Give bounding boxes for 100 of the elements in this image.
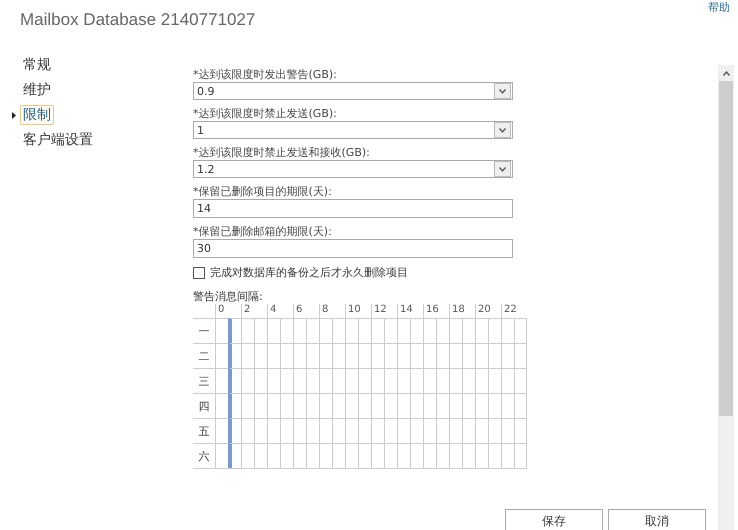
- nav-item[interactable]: 维护: [20, 80, 54, 100]
- schedule-cell[interactable]: [501, 393, 514, 418]
- schedule-cell[interactable]: [371, 393, 384, 418]
- schedule-cell[interactable]: [358, 368, 371, 393]
- schedule-cell[interactable]: [449, 393, 462, 418]
- schedule-cell[interactable]: [410, 393, 423, 418]
- schedule-cell[interactable]: [475, 343, 488, 368]
- dropdown-field[interactable]: 1.2: [193, 160, 513, 178]
- schedule-cell[interactable]: [280, 318, 293, 343]
- schedule-cell[interactable]: [475, 318, 488, 343]
- schedule-cell[interactable]: [410, 318, 423, 343]
- schedule-cell[interactable]: [241, 343, 254, 368]
- schedule-cell[interactable]: [384, 368, 397, 393]
- schedule-cell[interactable]: [267, 418, 280, 443]
- schedule-cell[interactable]: [436, 393, 449, 418]
- schedule-cell[interactable]: [384, 418, 397, 443]
- schedule-cell[interactable]: [293, 368, 306, 393]
- schedule-cell[interactable]: [436, 368, 449, 393]
- schedule-cell[interactable]: [358, 418, 371, 443]
- marked-schedule-cell[interactable]: [228, 318, 241, 343]
- schedule-cell[interactable]: [215, 393, 228, 418]
- schedule-cell[interactable]: [423, 443, 436, 468]
- schedule-cell[interactable]: [332, 368, 345, 393]
- schedule-cell[interactable]: [397, 343, 410, 368]
- schedule-cell[interactable]: [267, 368, 280, 393]
- schedule-cell[interactable]: [254, 318, 267, 343]
- schedule-cell[interactable]: [410, 443, 423, 468]
- nav-item[interactable]: 常规: [20, 55, 54, 75]
- schedule-cell[interactable]: [241, 418, 254, 443]
- schedule-cell[interactable]: [241, 368, 254, 393]
- schedule-cell[interactable]: [319, 318, 332, 343]
- input-field[interactable]: 14: [193, 199, 513, 218]
- schedule-cell[interactable]: [254, 418, 267, 443]
- schedule-cell[interactable]: [514, 318, 527, 343]
- schedule-cell[interactable]: [293, 443, 306, 468]
- schedule-cell[interactable]: [358, 443, 371, 468]
- schedule-cell[interactable]: [410, 343, 423, 368]
- schedule-cell[interactable]: [345, 443, 358, 468]
- schedule-cell[interactable]: [514, 418, 527, 443]
- schedule-cell[interactable]: [215, 343, 228, 368]
- schedule-cell[interactable]: [293, 343, 306, 368]
- schedule-cell[interactable]: [436, 418, 449, 443]
- schedule-cell[interactable]: [293, 393, 306, 418]
- schedule-cell[interactable]: [345, 368, 358, 393]
- schedule-cell[interactable]: [267, 343, 280, 368]
- schedule-cell[interactable]: [280, 418, 293, 443]
- schedule-cell[interactable]: [423, 393, 436, 418]
- schedule-cell[interactable]: [267, 393, 280, 418]
- schedule-cell[interactable]: [384, 343, 397, 368]
- scrollbar[interactable]: [718, 65, 734, 530]
- schedule-cell[interactable]: [501, 318, 514, 343]
- input-field[interactable]: 30: [193, 239, 513, 258]
- schedule-cell[interactable]: [449, 418, 462, 443]
- schedule-cell[interactable]: [332, 393, 345, 418]
- schedule-cell[interactable]: [462, 418, 475, 443]
- schedule-cell[interactable]: [475, 443, 488, 468]
- marked-schedule-cell[interactable]: [228, 418, 241, 443]
- dialog-button[interactable]: 取消: [608, 509, 706, 530]
- schedule-cell[interactable]: [306, 443, 319, 468]
- schedule-cell[interactable]: [436, 443, 449, 468]
- schedule-cell[interactable]: [241, 318, 254, 343]
- schedule-cell[interactable]: [475, 393, 488, 418]
- nav-item[interactable]: 客户端设置: [20, 130, 96, 150]
- schedule-cell[interactable]: [345, 393, 358, 418]
- schedule-cell[interactable]: [241, 443, 254, 468]
- schedule-cell[interactable]: [423, 343, 436, 368]
- schedule-cell[interactable]: [319, 368, 332, 393]
- schedule-cell[interactable]: [462, 343, 475, 368]
- schedule-cell[interactable]: [397, 368, 410, 393]
- schedule-cell[interactable]: [488, 368, 501, 393]
- schedule-cell[interactable]: [306, 368, 319, 393]
- schedule-cell[interactable]: [319, 418, 332, 443]
- schedule-cell[interactable]: [332, 443, 345, 468]
- schedule-cell[interactable]: [397, 318, 410, 343]
- schedule-cell[interactable]: [488, 418, 501, 443]
- schedule-cell[interactable]: [293, 318, 306, 343]
- schedule-cell[interactable]: [423, 318, 436, 343]
- schedule-cell[interactable]: [254, 343, 267, 368]
- marked-schedule-cell[interactable]: [228, 393, 241, 418]
- schedule-cell[interactable]: [501, 443, 514, 468]
- schedule-cell[interactable]: [436, 318, 449, 343]
- dropdown-field[interactable]: 0.9: [193, 82, 513, 100]
- schedule-cell[interactable]: [280, 343, 293, 368]
- schedule-cell[interactable]: [215, 443, 228, 468]
- help-link[interactable]: 帮助: [708, 0, 730, 30]
- schedule-cell[interactable]: [358, 318, 371, 343]
- schedule-cell[interactable]: [306, 343, 319, 368]
- schedule-cell[interactable]: [488, 393, 501, 418]
- schedule-cell[interactable]: [462, 318, 475, 343]
- schedule-cell[interactable]: [371, 368, 384, 393]
- schedule-cell[interactable]: [423, 418, 436, 443]
- schedule-cell[interactable]: [475, 368, 488, 393]
- marked-schedule-cell[interactable]: [228, 343, 241, 368]
- schedule-cell[interactable]: [306, 318, 319, 343]
- schedule-cell[interactable]: [358, 343, 371, 368]
- dialog-button[interactable]: 保存: [505, 509, 603, 530]
- schedule-cell[interactable]: [397, 418, 410, 443]
- schedule-cell[interactable]: [384, 393, 397, 418]
- schedule-cell[interactable]: [319, 343, 332, 368]
- schedule-cell[interactable]: [306, 418, 319, 443]
